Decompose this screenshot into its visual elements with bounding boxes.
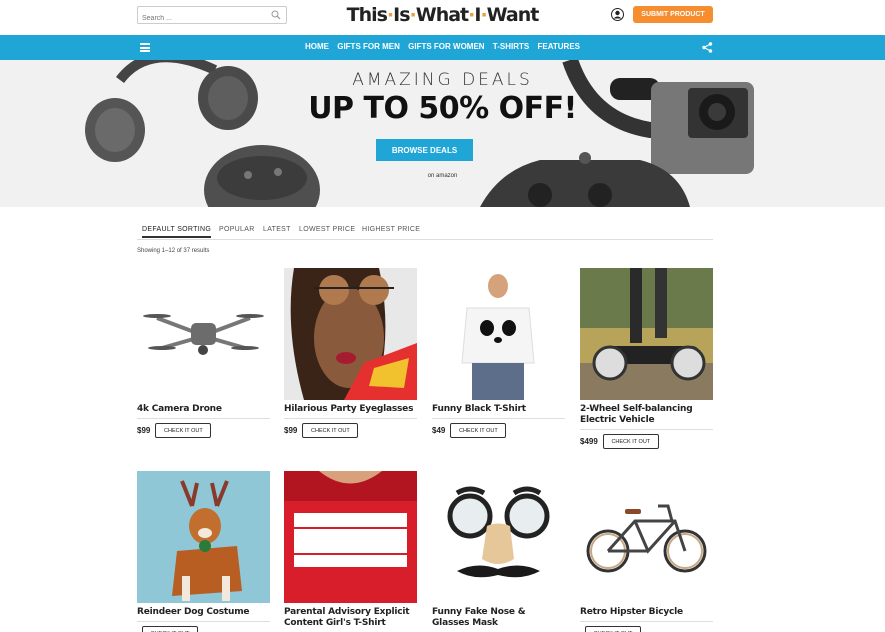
product-name[interactable]: 2-Wheel Self-balancing Electric Vehicle [580,404,713,426]
product-card[interactable]: Hilarious Party Eyeglasses $99 CHECK IT … [284,268,417,438]
logo-word: What [415,4,469,26]
product-image-drone[interactable] [137,268,270,400]
nav-item-home[interactable]: HOME [305,42,329,51]
product-price: $99 [284,426,298,435]
product-card[interactable]: Parental Advisory Explicit Content Girl'… [284,471,417,632]
product-price: $499 [580,437,598,446]
logo-word: Is [393,4,410,26]
product-name[interactable]: Hilarious Party Eyeglasses [284,404,417,415]
divider [580,429,713,430]
check-it-out-button[interactable]: CHECK IT OUT [602,434,659,449]
product-image-eyeglasses[interactable] [284,268,417,400]
top-header: This·Is·What·I·Want SUBMIT PRODUCT [0,0,885,35]
product-card[interactable]: Retro Hipster Bicycle CHECK IT OUT [580,471,713,632]
hero-banner: AMAZING DEALS UP TO 50% OFF! BROWSE DEAL… [0,60,885,207]
product-image-reindeer-dog[interactable] [137,471,270,603]
divider [284,418,417,419]
browse-deals-button[interactable]: BROWSE DEALS [376,139,473,161]
check-it-out-button[interactable]: CHECK IT OUT [155,423,212,438]
check-it-out-button[interactable]: CHECK IT OUT [450,423,507,438]
product-card[interactable]: Funny Black T-Shirt $49 CHECK IT OUT [432,268,565,438]
product-image-parental-advisory-shirt[interactable] [284,471,417,603]
product-image-tshirt[interactable] [432,268,565,400]
product-name[interactable]: Funny Black T-Shirt [432,404,565,415]
logo-word: Want [486,4,540,26]
logo-word: This [346,4,388,26]
submit-product-button[interactable]: SUBMIT PRODUCT [633,6,713,23]
results-count: Showing 1–12 of 37 results [137,248,210,254]
product-price: $49 [432,426,446,435]
share-icon[interactable] [702,42,713,53]
divider [137,621,270,622]
tab-default-sorting[interactable]: DEFAULT SORTING [142,226,212,238]
product-card[interactable]: Funny Fake Nose & Glasses Mask CHECK IT … [432,471,565,632]
divider [432,418,565,419]
product-price: $99 [137,426,151,435]
sorting-tabs: DEFAULT SORTING POPULAR LATEST LOWEST PR… [137,224,713,240]
tab-popular[interactable]: POPULAR [219,226,255,233]
divider [137,418,270,419]
product-card[interactable]: Reindeer Dog Costume CHECK IT OUT [137,471,270,632]
main-nav: HOME GIFTS FOR MEN GIFTS FOR WOMEN T-SHI… [0,35,885,60]
user-icon[interactable] [611,8,624,21]
hero-subtitle: AMAZING DEALS [352,70,533,90]
site-logo[interactable]: This·Is·What·I·Want [0,4,885,26]
product-name[interactable]: 4k Camera Drone [137,404,270,415]
product-image-bicycle[interactable] [580,471,713,603]
check-it-out-button[interactable]: CHECK IT OUT [585,626,641,632]
tab-latest[interactable]: LATEST [263,226,291,233]
product-image-fake-nose-glasses[interactable] [432,471,565,603]
product-name[interactable]: Funny Fake Nose & Glasses Mask [432,607,565,629]
nav-item-features[interactable]: FEATURES [537,42,580,51]
check-it-out-button[interactable]: CHECK IT OUT [142,626,198,632]
product-card[interactable]: 2-Wheel Self-balancing Electric Vehicle … [580,268,713,449]
product-name[interactable]: Retro Hipster Bicycle [580,607,713,618]
nav-item-gifts-for-men[interactable]: GIFTS FOR MEN [337,42,400,51]
nav-links: HOME GIFTS FOR MEN GIFTS FOR WOMEN T-SHI… [0,42,885,51]
check-it-out-button[interactable]: CHECK IT OUT [302,423,359,438]
tab-highest-price[interactable]: HIGHEST PRICE [362,226,420,233]
hero-title: UP TO 50% OFF! [308,91,577,126]
product-card[interactable]: 4k Camera Drone $99 CHECK IT OUT [137,268,270,438]
nav-item-t-shirts[interactable]: T-SHIRTS [493,42,529,51]
product-image-hoverboard[interactable] [580,268,713,400]
divider [580,621,713,622]
product-name[interactable]: Parental Advisory Explicit Content Girl'… [284,607,417,629]
product-name[interactable]: Reindeer Dog Costume [137,607,270,618]
nav-item-gifts-for-women[interactable]: GIFTS FOR WOMEN [408,42,484,51]
hero-note: on amazon [427,173,458,179]
tab-lowest-price[interactable]: LOWEST PRICE [299,226,355,233]
